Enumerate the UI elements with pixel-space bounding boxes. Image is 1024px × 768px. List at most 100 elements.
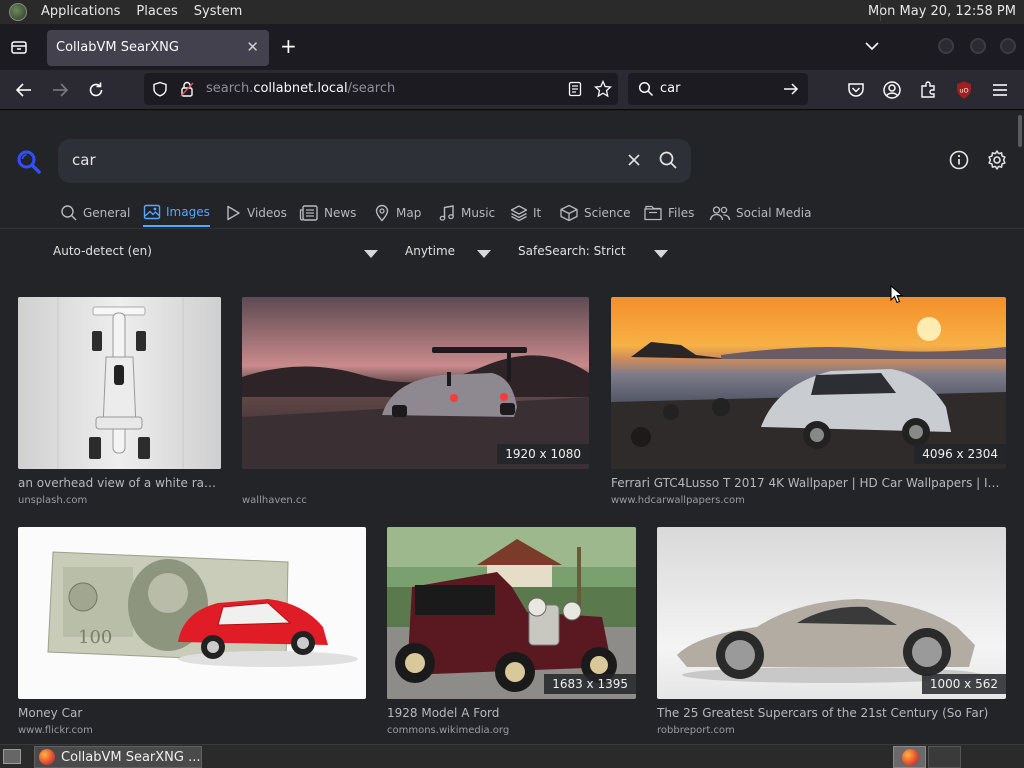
newspaper-icon	[299, 205, 318, 221]
tab-science[interactable]: Science	[559, 199, 631, 227]
shield-icon[interactable]	[152, 81, 168, 97]
image-result[interactable]: 1683 x 1395 1928 Model A Ford commons.wi…	[387, 527, 636, 737]
search-icon	[638, 81, 654, 97]
clock[interactable]: Mon May 20, 12:58 PM	[864, 0, 1020, 24]
search-input[interactable]: car	[72, 151, 96, 169]
tab-label: Images	[166, 205, 210, 219]
tab-social-media[interactable]: Social Media	[709, 199, 811, 227]
taskbar-window-firefox[interactable]: CollabVM SearXNG ...	[34, 746, 202, 768]
system-menu[interactable]: System	[186, 0, 250, 24]
tab-searxng[interactable]: CollabVM SearXNG ✕	[47, 30, 269, 66]
time-dropdown-icon[interactable]	[477, 250, 491, 258]
reader-view-icon[interactable]	[567, 81, 583, 97]
result-title[interactable]: Ferrari GTC4Lusso T 2017 4K Wallpaper | …	[611, 476, 1006, 490]
address-bar[interactable]: search.collabnet.local/search	[144, 73, 618, 105]
cube-icon	[560, 204, 578, 222]
result-title[interactable]: Money Car	[18, 706, 366, 720]
mouse-cursor-icon	[890, 285, 904, 304]
result-title[interactable]: The 25 Greatest Supercars of the 21st Ce…	[657, 706, 1006, 720]
result-dimensions: 4096 x 2304	[914, 444, 1006, 464]
gear-icon[interactable]	[986, 149, 1008, 171]
result-source: www.hdcarwallpapers.com	[611, 495, 745, 506]
image-result[interactable]: 4096 x 2304 Ferrari GTC4Lusso T 2017 4K …	[611, 297, 1006, 517]
new-tab-icon[interactable]: +	[280, 34, 297, 58]
account-icon[interactable]	[882, 80, 902, 100]
tab-label: General	[83, 206, 131, 220]
back-arrow-icon[interactable]	[14, 80, 34, 100]
maximize-window-button[interactable]	[970, 38, 986, 54]
firefox-icon	[902, 749, 919, 766]
language-select[interactable]: Auto-detect (en)	[53, 244, 152, 258]
searxng-logo-icon[interactable]	[16, 149, 42, 175]
tab-label: Social Media	[736, 206, 812, 220]
folder-icon	[644, 205, 662, 221]
tab-videos[interactable]: Videos	[224, 199, 287, 227]
top-panel: Applications Places System Mon May 20, 1…	[0, 0, 1024, 24]
tab-map[interactable]: Map	[373, 199, 421, 227]
chevron-down-icon[interactable]	[864, 38, 880, 54]
image-result[interactable]: 1000 x 562 The 25 Greatest Supercars of …	[657, 527, 1006, 737]
browser-search-bar[interactable]: car	[628, 73, 808, 105]
tab-images[interactable]: Images	[143, 199, 210, 227]
search-icon	[61, 205, 77, 221]
places-menu[interactable]: Places	[128, 0, 185, 24]
hamburger-menu-icon[interactable]	[990, 80, 1010, 100]
url-host: search.	[206, 81, 254, 96]
image-result[interactable]: 1920 x 1080 wallhaven.cc	[242, 297, 589, 517]
navigation-toolbar: search.collabnet.local/search car uO	[0, 70, 1024, 110]
time-range-select[interactable]: Anytime	[405, 244, 455, 258]
tab-general[interactable]: General	[60, 199, 130, 227]
tab-bar: CollabVM SearXNG ✕ +	[0, 24, 1024, 70]
workspace-2[interactable]	[928, 746, 961, 768]
language-dropdown-icon[interactable]	[364, 250, 378, 258]
image-result[interactable]: an overhead view of a white race car on …	[18, 297, 221, 517]
close-window-button[interactable]	[1000, 38, 1016, 54]
result-source: commons.wikimedia.org	[387, 725, 510, 736]
tab-it[interactable]: It	[510, 199, 541, 227]
search-submit-icon[interactable]	[658, 150, 678, 170]
arrow-right-icon[interactable]	[782, 81, 800, 97]
image-result[interactable]: 100 Money Car www.flickr.com	[18, 527, 366, 737]
result-title[interactable]: an overhead view of a white race car on …	[18, 476, 221, 490]
tab-music[interactable]: Music	[438, 199, 495, 227]
result-source: wallhaven.cc	[242, 495, 307, 506]
result-thumbnail[interactable]: 100	[18, 527, 366, 699]
url-text[interactable]: search.collabnet.local/search	[206, 81, 395, 96]
browser-search-value[interactable]: car	[660, 81, 680, 96]
result-source: unsplash.com	[18, 495, 88, 506]
safesearch-select[interactable]: SafeSearch: Strict	[518, 244, 626, 258]
show-desktop-icon[interactable]	[3, 749, 21, 764]
reload-icon[interactable]	[86, 80, 106, 100]
tab-label: Map	[396, 206, 422, 220]
scrollbar-thumb[interactable]	[1018, 115, 1022, 147]
forward-arrow-icon[interactable]	[50, 80, 70, 100]
bookmark-star-icon[interactable]	[594, 80, 612, 98]
list-all-tabs-icon[interactable]	[10, 38, 28, 56]
tab-label: Files	[668, 206, 695, 220]
workspace-1[interactable]	[893, 746, 926, 768]
result-title[interactable]: 1928 Model A Ford	[387, 706, 636, 720]
svg-text:uO: uO	[959, 87, 968, 95]
svg-text:100: 100	[78, 627, 112, 648]
result-thumbnail[interactable]	[18, 297, 221, 469]
close-tab-icon[interactable]: ✕	[246, 38, 259, 56]
tab-news[interactable]: News	[299, 199, 356, 227]
result-dimensions: 1000 x 562	[921, 674, 1006, 694]
taskbar: CollabVM SearXNG ...	[0, 744, 1024, 768]
result-source: robbreport.com	[657, 725, 735, 736]
tab-label: Music	[461, 206, 496, 220]
search-box: car	[58, 139, 691, 183]
ublock-origin-icon[interactable]: uO	[954, 80, 974, 100]
info-icon[interactable]	[948, 149, 970, 171]
minimize-window-button[interactable]	[938, 38, 954, 54]
url-path: /search	[347, 81, 396, 96]
extensions-icon[interactable]	[918, 80, 938, 100]
applications-menu[interactable]: Applications	[33, 0, 128, 24]
lock-icon[interactable]	[180, 81, 194, 97]
safesearch-dropdown-icon[interactable]	[654, 250, 668, 258]
tab-files[interactable]: Files	[643, 199, 694, 227]
pocket-icon[interactable]	[846, 80, 866, 100]
result-source: www.flickr.com	[18, 725, 93, 736]
clear-search-icon[interactable]	[626, 151, 642, 169]
distro-logo-icon[interactable]	[9, 3, 27, 21]
